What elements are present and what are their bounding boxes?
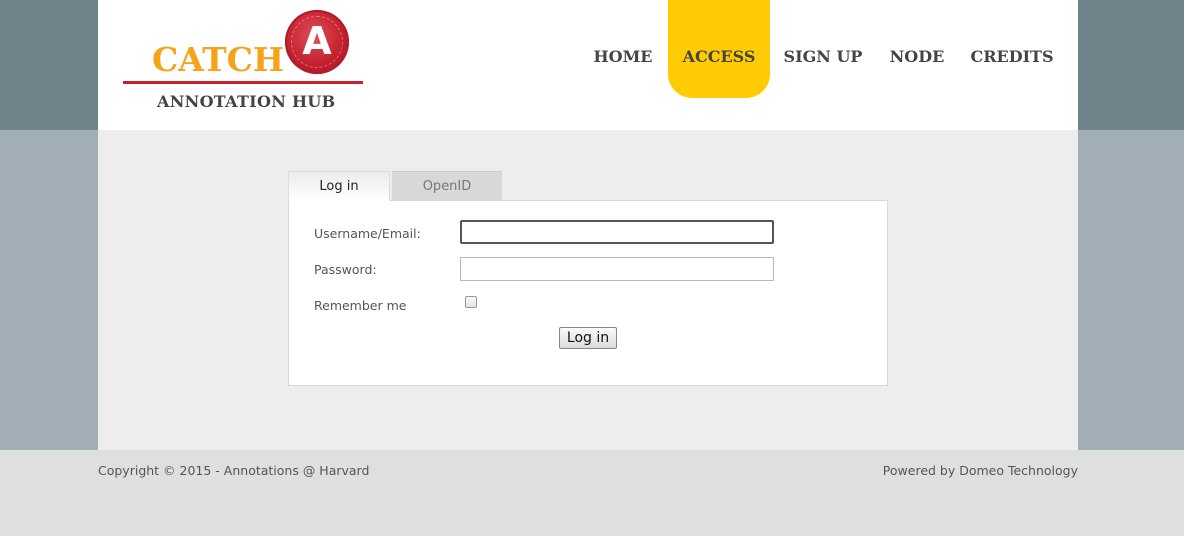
logo-subtitle: ANNOTATION HUB: [157, 92, 336, 111]
username-label: Username/Email:: [314, 226, 421, 241]
footer-copyright: Copyright © 2015 - Annotations @ Harvard: [98, 463, 370, 478]
logo-divider: [123, 81, 363, 84]
logo-badge-letter: A: [302, 19, 332, 63]
nav-sign-up[interactable]: SIGN UP: [782, 0, 864, 98]
site-header: A CATCH ANNOTATION HUB HOME ACCESS SIGN …: [98, 0, 1078, 130]
footer-powered-by: Powered by Domeo Technology: [882, 463, 1078, 478]
logo-title: CATCH: [152, 40, 285, 79]
catch-a-logo[interactable]: A CATCH ANNOTATION HUB: [122, 10, 372, 120]
nav-home[interactable]: HOME: [588, 0, 658, 98]
password-field[interactable]: [460, 257, 774, 281]
nav-credits[interactable]: CREDITS: [968, 0, 1056, 98]
login-form-panel: Username/Email: Password: Remember me Lo…: [288, 200, 888, 386]
remember-me-checkbox[interactable]: [465, 296, 477, 308]
remember-me-label: Remember me: [314, 298, 407, 313]
tab-openid[interactable]: OpenID: [392, 171, 502, 201]
tab-log-in[interactable]: Log in: [288, 171, 390, 201]
nav-node[interactable]: NODE: [886, 0, 948, 98]
main-content: Log in OpenID Username/Email: Password: …: [98, 130, 1078, 450]
username-field[interactable]: [460, 220, 774, 244]
password-label: Password:: [314, 262, 377, 277]
login-submit-button[interactable]: Log in: [559, 327, 617, 349]
nav-access[interactable]: ACCESS: [668, 0, 770, 98]
